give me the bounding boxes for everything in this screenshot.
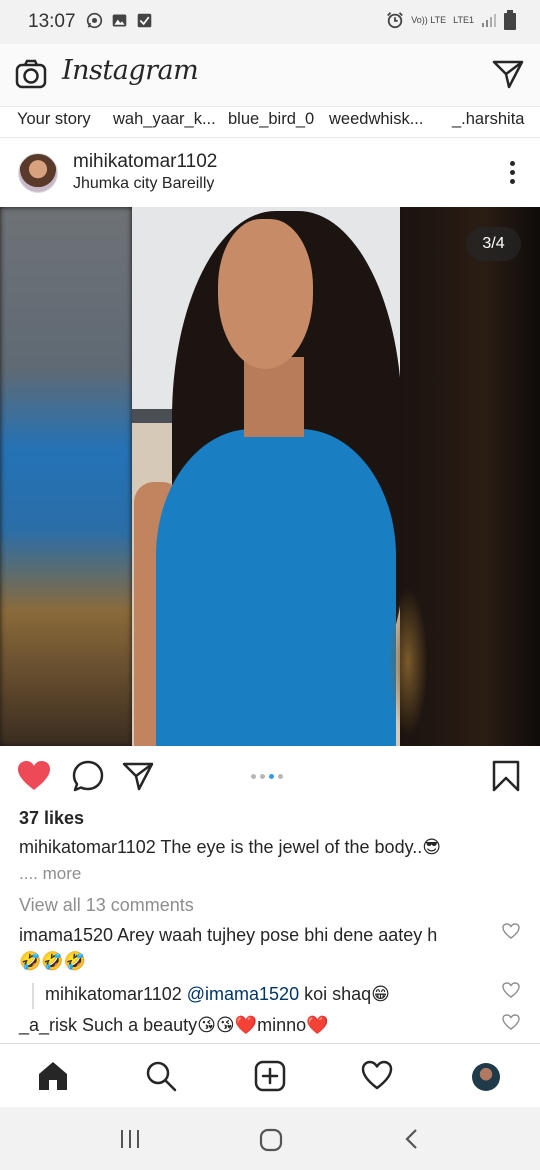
alarm-icon — [387, 12, 404, 29]
carousel-dot — [278, 774, 283, 779]
app-header: Instagram — [0, 44, 540, 106]
comment-like-icon[interactable] — [502, 923, 520, 939]
share-icon[interactable] — [122, 760, 154, 792]
back-icon[interactable] — [400, 1127, 424, 1151]
comment-item: imama1520 Arey waah tujhey pose bhi dene… — [19, 925, 437, 946]
battery-icon — [504, 10, 516, 30]
story-item[interactable]: blue_bird_0 — [228, 110, 314, 129]
story-item[interactable]: _.harshita — [452, 110, 524, 129]
more-options-icon[interactable] — [510, 161, 516, 185]
carousel-counter: 3/4 — [466, 227, 521, 261]
checkbox-notification-icon — [137, 13, 152, 28]
bottom-navigation — [0, 1043, 540, 1107]
comment-mention[interactable]: @imama1520 — [187, 984, 299, 1004]
signal-icon — [482, 14, 496, 27]
heart-filled-icon[interactable] — [17, 760, 51, 792]
comment-like-icon[interactable] — [502, 1014, 520, 1030]
status-time: 13:07 — [28, 11, 76, 32]
reply-indent-bar — [32, 983, 34, 1009]
post-location[interactable]: Jhumka city Bareilly — [73, 175, 214, 193]
carousel-dot — [260, 774, 265, 779]
gallery-icon — [112, 14, 127, 27]
comment-username[interactable]: mihikatomar1102 — [45, 984, 182, 1004]
photo-main — [132, 207, 400, 746]
story-item[interactable]: weedwhisk... — [329, 110, 423, 129]
caption-username[interactable]: mihikatomar1102 — [19, 837, 156, 857]
comment-reply-item: mihikatomar1102 @imama1520 koi shaq😁 — [45, 984, 390, 1005]
post-caption: mihikatomar1102 The eye is the jewel of … — [19, 837, 441, 858]
direct-message-icon[interactable] — [492, 58, 524, 90]
post-username[interactable]: mihikatomar1102 — [73, 151, 217, 173]
comment-text-continued: 🤣🤣🤣 — [19, 951, 87, 971]
instagram-logo: Instagram — [62, 55, 199, 86]
view-all-comments-link[interactable]: View all 13 comments — [19, 895, 194, 916]
story-your-story[interactable]: Your story — [17, 110, 91, 129]
lte-label: LTE1 — [453, 14, 474, 25]
photo-blur-left — [0, 207, 132, 746]
profile-avatar[interactable] — [472, 1063, 500, 1091]
comment-item: _a_risk Such a beauty😘😘❤️minno❤️ — [19, 1015, 329, 1036]
home-circle-icon[interactable] — [258, 1127, 284, 1153]
status-bar: 13:07 Vo)) LTE LTE1 — [0, 0, 540, 44]
comment-text: Arey waah tujhey pose bhi dene aatey h — [117, 925, 438, 945]
comment-username[interactable]: _a_risk — [19, 1015, 77, 1035]
comment-text: Such a beauty😘😘❤️minno❤️ — [82, 1015, 329, 1035]
caption-more-link[interactable]: .... more — [19, 864, 81, 884]
carousel-dot — [269, 774, 274, 779]
carousel-dots — [251, 774, 283, 779]
bookmark-icon[interactable] — [492, 760, 520, 792]
post-photo[interactable]: 3/4 — [0, 207, 540, 746]
home-icon[interactable] — [37, 1060, 69, 1092]
comment-username[interactable]: imama1520 — [19, 925, 113, 945]
likes-count[interactable]: 37 likes — [19, 808, 84, 829]
activity-heart-icon[interactable] — [361, 1060, 393, 1092]
caption-text: The eye is the jewel of the body..😎 — [160, 837, 442, 857]
recents-icon[interactable] — [118, 1127, 142, 1151]
comment-like-icon[interactable] — [502, 982, 520, 998]
comment-icon[interactable] — [72, 760, 104, 792]
carousel-dot — [251, 774, 256, 779]
story-item[interactable]: wah_yaar_k... — [113, 110, 216, 129]
post-header: mihikatomar1102 Jhumka city Bareilly — [0, 139, 540, 207]
comment-text: koi shaq😁 — [304, 984, 390, 1004]
system-navigation — [0, 1107, 540, 1170]
post-actions — [0, 746, 540, 806]
add-post-icon[interactable] — [254, 1060, 286, 1092]
search-icon[interactable] — [145, 1060, 177, 1092]
photo-blur-right — [388, 207, 540, 746]
post-author-avatar[interactable] — [18, 153, 58, 193]
whatsapp-icon — [86, 12, 103, 29]
volte-label: Vo)) LTE — [411, 14, 447, 25]
camera-icon[interactable] — [15, 59, 47, 91]
stories-row: Your story wah_yaar_k... blue_bird_0 wee… — [0, 106, 540, 138]
